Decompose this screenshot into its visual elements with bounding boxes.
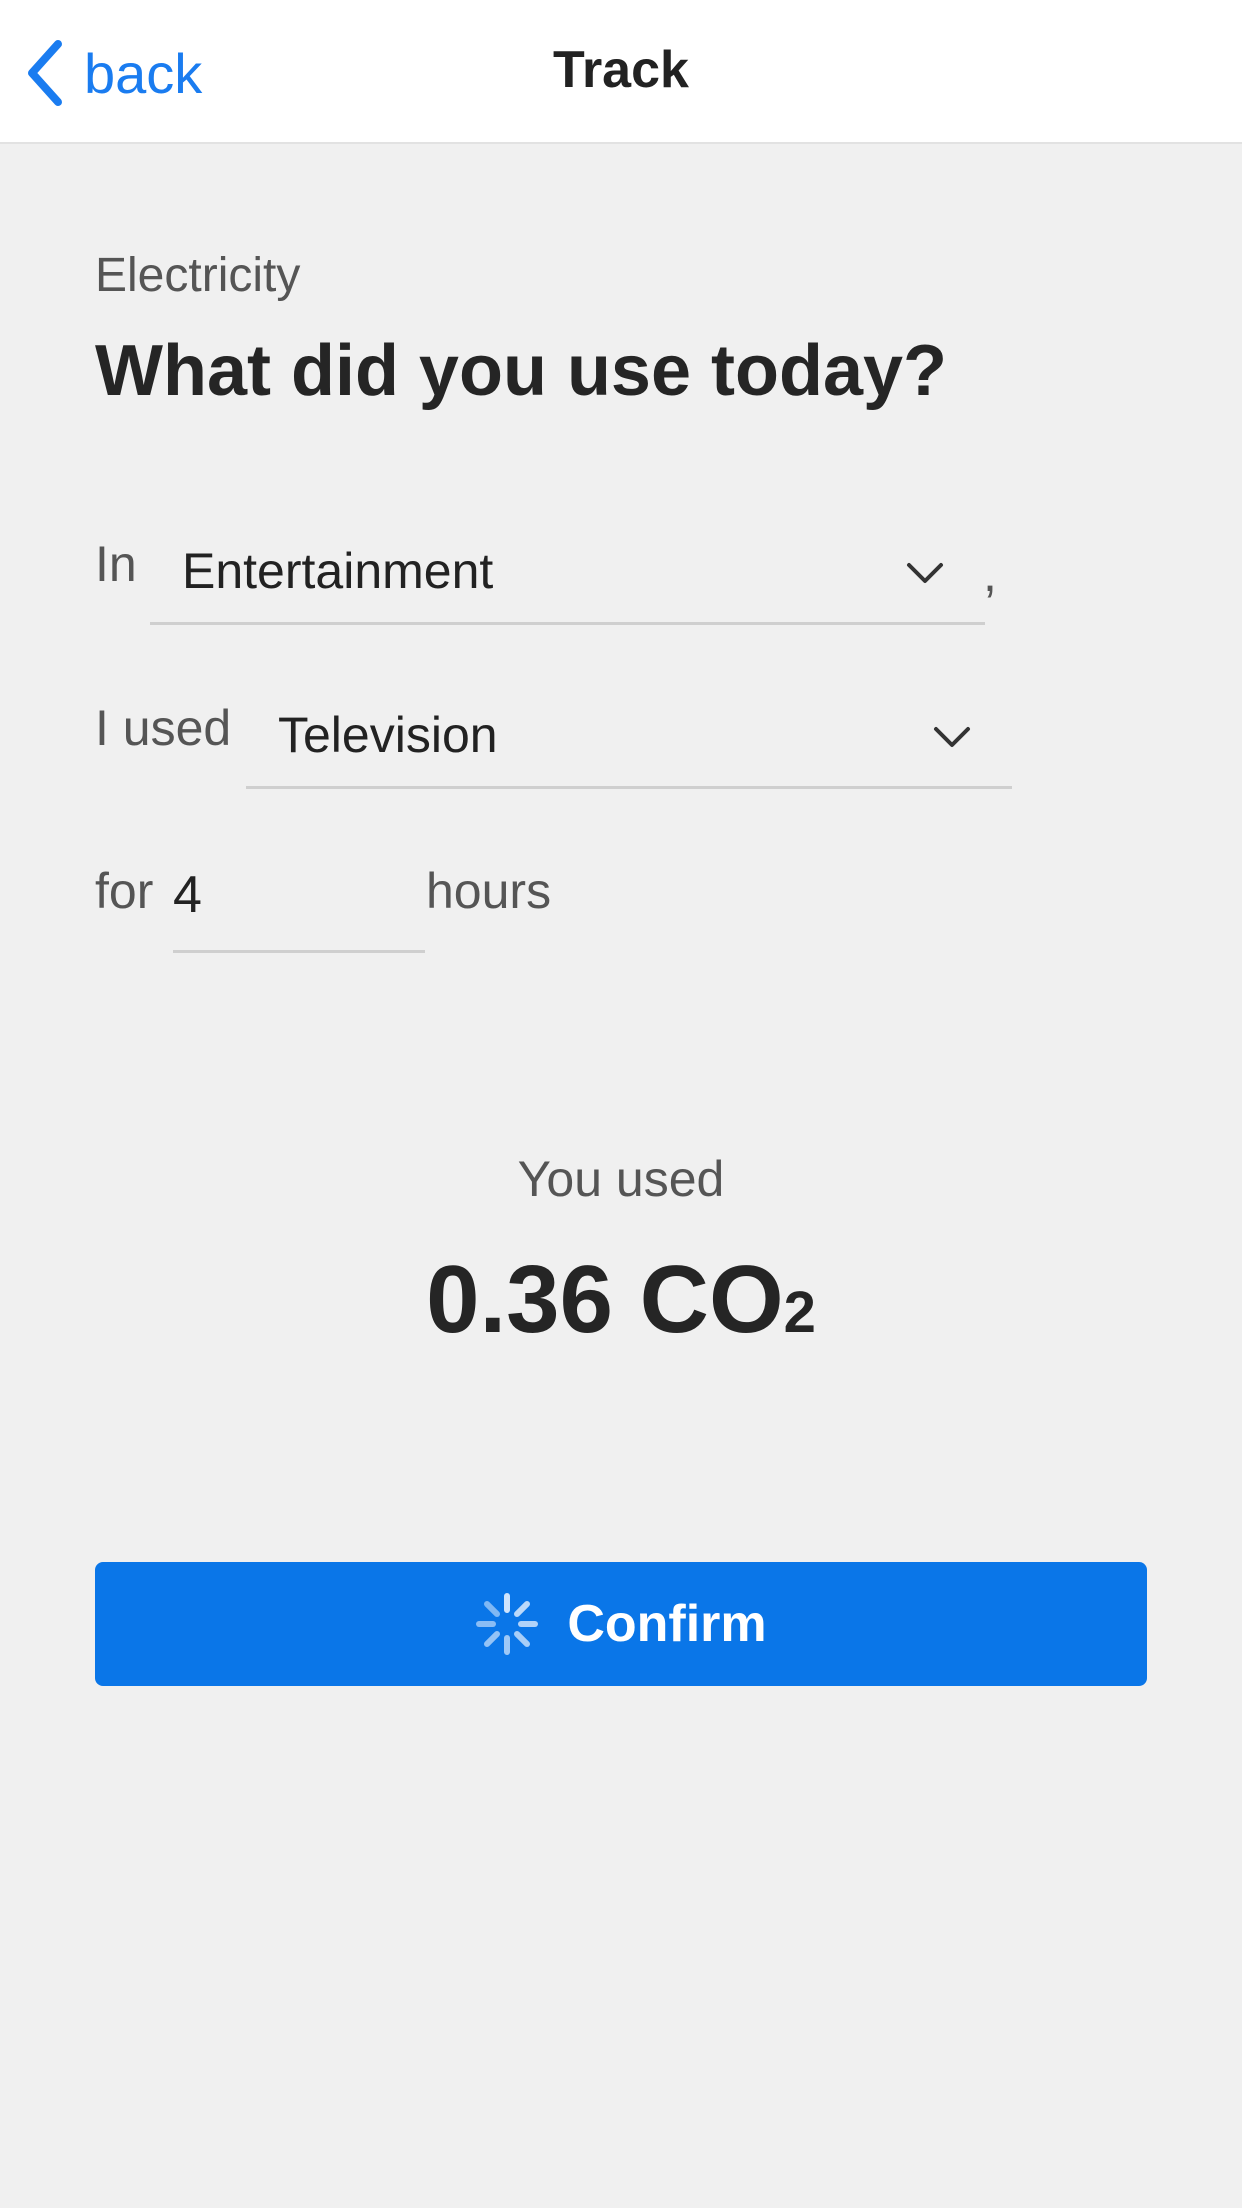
chevron-down-icon — [934, 727, 970, 747]
chevron-down-icon — [907, 563, 943, 583]
area-select-value: Entertainment — [182, 543, 494, 599]
page-title: Track — [553, 41, 689, 99]
confirm-label: Confirm — [567, 1595, 767, 1653]
in-label: In — [95, 536, 137, 592]
hours-unit-label: hours — [426, 863, 552, 919]
confirm-button[interactable]: Confirm — [95, 1562, 1147, 1686]
used-label: I used — [95, 700, 232, 756]
co2-unit: CO — [639, 1246, 784, 1353]
co2-amount: 0.36 — [426, 1246, 613, 1353]
hours-input-value: 4 — [173, 866, 202, 924]
category-label: Electricity — [95, 249, 301, 302]
spinner-icon — [476, 1593, 539, 1655]
question-heading: What did you use today? — [95, 331, 948, 411]
nav-bar: back Track — [0, 0, 1242, 144]
area-select[interactable]: Entertainment — [150, 512, 985, 625]
for-label: for — [95, 863, 154, 919]
co2-unit-subscript: 2 — [783, 1280, 816, 1345]
co2-result: 0.36 CO2 — [0, 1245, 1242, 1355]
device-select[interactable]: Television — [246, 676, 1012, 789]
device-select-value: Television — [278, 707, 498, 763]
result-label: You used — [517, 1151, 725, 1207]
comma-text: , — [983, 546, 997, 602]
hours-input[interactable]: 4 — [173, 855, 425, 953]
